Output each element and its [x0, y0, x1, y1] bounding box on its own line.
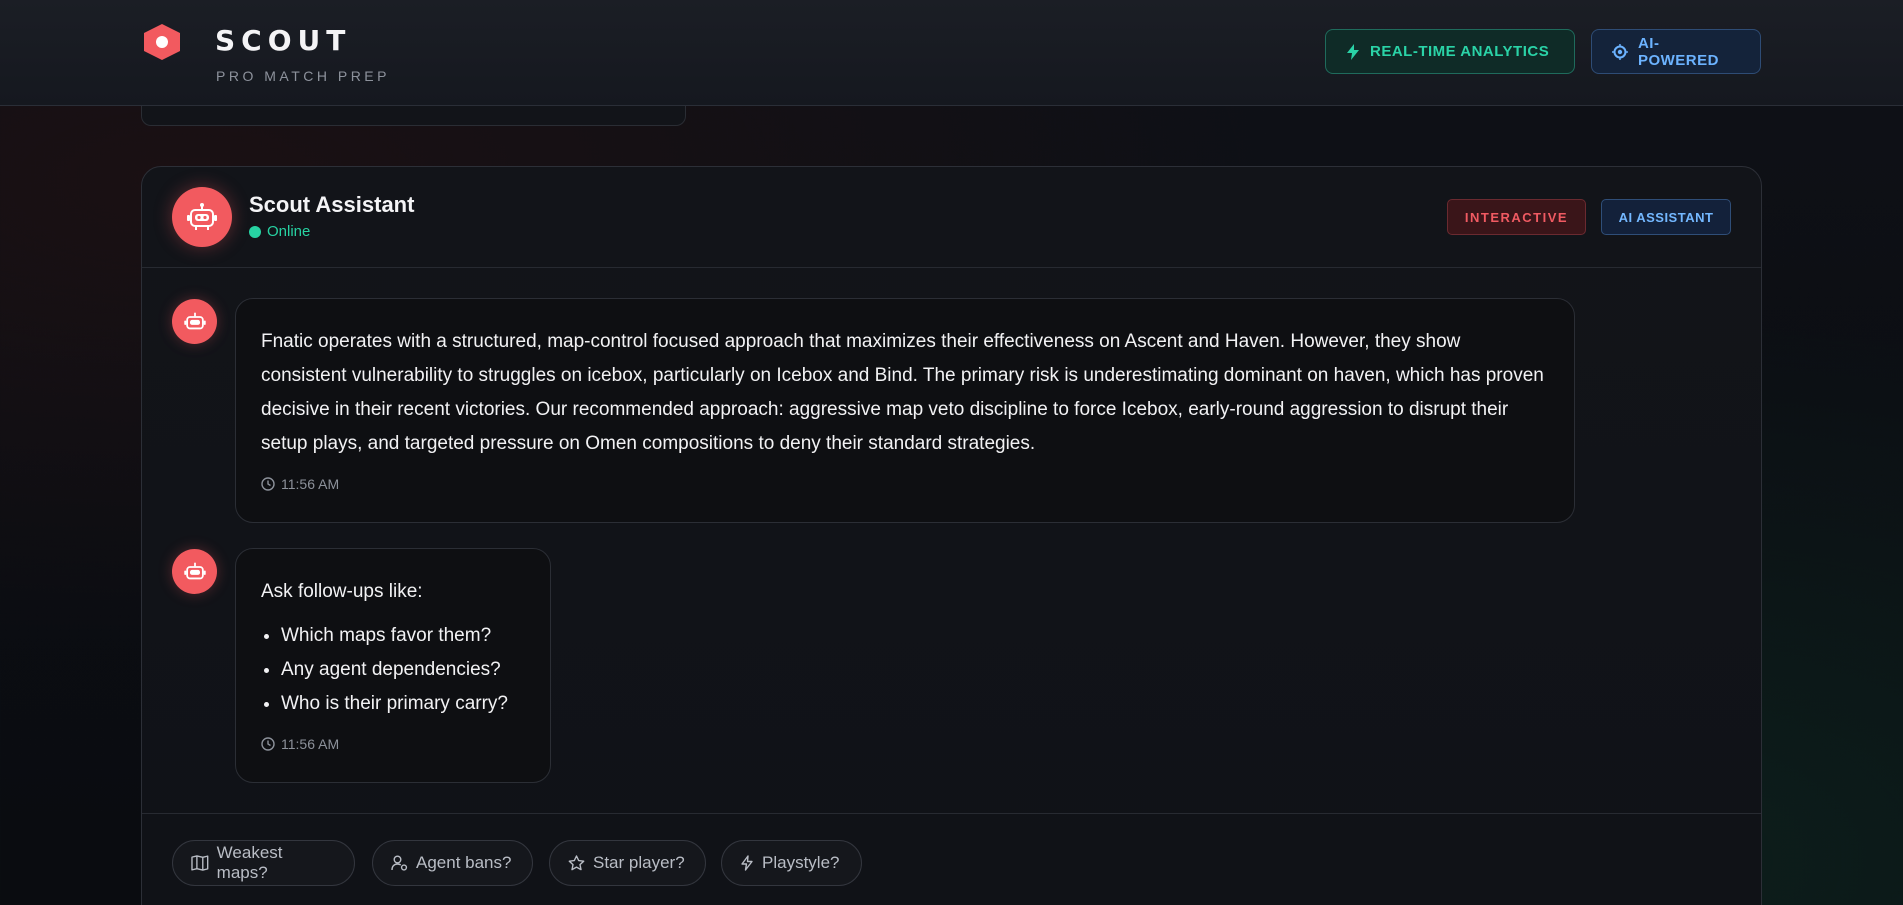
status-label: Online [267, 223, 311, 240]
clock-icon [261, 477, 275, 491]
lightning-icon [741, 855, 753, 871]
time-label: 11:56 AM [281, 476, 340, 492]
followup-item: Any agent dependencies? [281, 653, 525, 687]
message-intro: Ask follow-ups like: [261, 581, 423, 602]
assistant-message: Fnatic operates with a structured, map-c… [235, 298, 1575, 523]
robot-icon [183, 312, 206, 329]
chip-label: Playstyle? [762, 853, 840, 872]
message-text: Fnatic operates with a structured, map-c… [261, 331, 1544, 454]
brand-title: SCOUT [215, 24, 352, 57]
user-settings-icon [391, 855, 408, 871]
online-status: Online [249, 223, 310, 240]
app-header: SCOUT PRO MATCH PREP REAL-TIME ANALYTICS… [0, 0, 1903, 106]
robot-icon [187, 203, 217, 230]
status-dot-icon [249, 225, 261, 238]
interactive-tag: INTERACTIVE [1447, 199, 1586, 235]
suggestion-bar: Weakest maps? Agent bans? Star player? P… [142, 813, 1761, 905]
message-timestamp: 11:56 AM [261, 476, 1549, 492]
suggestion-agent-bans[interactable]: Agent bans? [372, 840, 533, 886]
assistant-message: Ask follow-ups like: Which maps favor th… [235, 548, 551, 783]
message-avatar [172, 549, 217, 594]
ai-powered-badge: AI-POWERED [1591, 29, 1761, 74]
realtime-analytics-badge: REAL-TIME ANALYTICS [1325, 29, 1575, 74]
suggestion-star-player[interactable]: Star player? [549, 840, 706, 886]
followup-list: Which maps favor them? Any agent depende… [261, 619, 525, 721]
assistant-name: Scout Assistant [249, 192, 415, 217]
chip-label: Star player? [593, 853, 685, 872]
message-avatar [172, 299, 217, 344]
time-label: 11:56 AM [281, 736, 340, 752]
clock-icon [261, 737, 275, 751]
map-icon [191, 855, 209, 871]
robot-icon [183, 562, 206, 579]
suggestion-weakest-maps[interactable]: Weakest maps? [172, 840, 355, 886]
badge-label: AI-POWERED [1637, 34, 1719, 69]
brand-subtitle: PRO MATCH PREP [216, 68, 390, 84]
badge-label: REAL-TIME ANALYTICS [1370, 43, 1550, 60]
ai-chip-icon [1612, 43, 1628, 60]
star-icon [568, 855, 585, 871]
scout-logo-icon [144, 24, 180, 60]
chat-header: Scout Assistant Online INTERACTIVE AI AS… [142, 167, 1761, 268]
suggestion-playstyle[interactable]: Playstyle? [721, 840, 862, 886]
chat-panel: Scout Assistant Online INTERACTIVE AI AS… [141, 166, 1762, 905]
lightning-icon [1347, 43, 1359, 60]
ai-assistant-tag: AI ASSISTANT [1601, 199, 1731, 235]
followup-item: Which maps favor them? [281, 619, 525, 653]
followup-item: Who is their primary carry? [281, 687, 525, 721]
assistant-avatar [172, 187, 232, 247]
chip-label: Weakest maps? [216, 843, 283, 882]
message-timestamp: 11:56 AM [261, 736, 525, 752]
chip-label: Agent bans? [416, 853, 512, 872]
